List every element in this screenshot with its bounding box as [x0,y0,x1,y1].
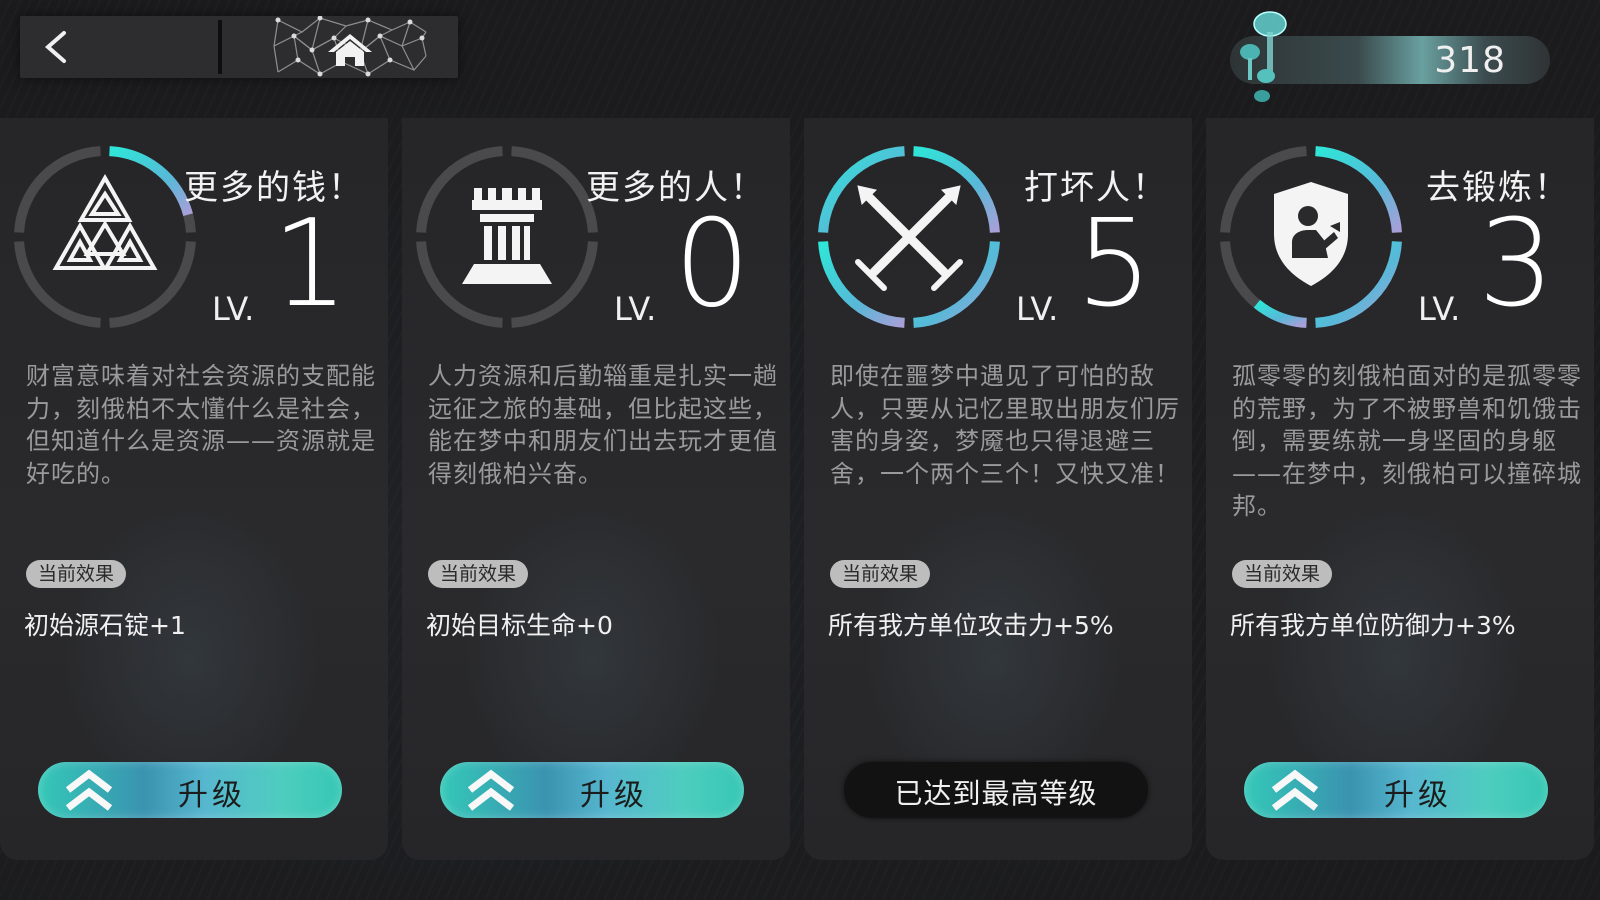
max-level-label: 已达到最高等级 [894,777,1098,810]
level-progress-ring [1220,146,1402,328]
home-icon [273,16,427,77]
level-value: 3 [1478,195,1555,334]
level-prefix: LV. [614,290,657,328]
back-button[interactable] [20,16,210,78]
current-effect-text: 初始源石锭+1 [24,611,186,640]
level-value: 1 [272,195,349,334]
current-effect-badge: 当前效果 [830,560,931,588]
upgrade-card: 更多的人！ LV. 0 人力资源和后勤辎重是扎实一趟远征之旅的基础，但比起这些，… [402,118,790,860]
current-effect-badge: 当前效果 [1232,560,1333,588]
level-prefix: LV. [1418,290,1461,328]
ring-progress-segment [1253,299,1307,328]
level-progress-ring [416,146,598,328]
upgrade-label: 升级 [178,778,246,813]
mushroom-cluster-icon [1240,11,1287,102]
upgrade-label: 升级 [1384,778,1452,813]
level-value: 0 [674,195,751,334]
double-chevron-up-icon [467,769,515,811]
upgrade-card: 更多的钱！ LV. 1 财富意味着对社会资源的支配能力，刻俄柏不太懂什么是社会，… [0,118,388,860]
upgrade-button[interactable]: 升级 [440,762,744,818]
double-chevron-up-icon [65,769,113,811]
triangles-icon [52,173,158,270]
upgrade-label: 升级 [580,778,648,813]
rook-tower-icon [462,188,552,284]
double-chevron-up-icon [1271,769,1319,811]
chevron-left-icon [44,31,66,63]
upgrade-card: 去锻炼！ LV. 3 孤零零的刻俄柏面对的是孤零零的荒野，为了不被野兽和饥饿击倒… [1206,118,1594,860]
crossed-swords-icon [855,185,963,291]
upgrade-button[interactable]: 升级 [38,762,342,818]
level-progress-ring [818,146,1000,328]
level-prefix: LV. [212,290,255,328]
current-effect-badge: 当前效果 [428,560,529,588]
card-description: 财富意味着对社会资源的支配能力，刻俄柏不太懂什么是社会，但知道什么是资源——资源… [26,362,376,488]
level-progress-ring [14,146,196,328]
card-description: 即使在噩梦中遇见了可怕的敌人，只要从记忆里取出朋友们厉害的身姿，梦魇也只得退避三… [830,362,1180,488]
upgrade-card: 打坏人！ LV. 5 即使在噩梦中遇见了可怕的敌人，只要从记忆里取出朋友们厉害的… [804,118,1192,860]
current-effect-text: 初始目标生命+0 [426,611,613,640]
currency-value: 318 [1434,40,1506,81]
card-description: 人力资源和后勤辎重是扎实一趟远征之旅的基础，但比起这些，能在梦中和朋友们出去玩才… [428,362,778,488]
current-effect-text: 所有我方单位防御力+3% [1230,611,1516,640]
upgrade-button[interactable]: 升级 [1244,762,1548,818]
card-description: 孤零零的刻俄柏面对的是孤零零的荒野，为了不被野兽和饥饿击倒，需要练就一身坚固的身… [1232,362,1582,520]
current-effect-text: 所有我方单位攻击力+5% [828,611,1114,640]
level-value: 5 [1076,195,1153,334]
level-prefix: LV. [1016,290,1059,328]
max-level-button: 已达到最高等级 [844,762,1148,818]
home-button[interactable] [250,16,450,78]
nav-divider [218,20,222,74]
current-effect-badge: 当前效果 [26,560,127,588]
shield-person-icon [1274,182,1348,286]
top-nav-bar [20,16,458,78]
